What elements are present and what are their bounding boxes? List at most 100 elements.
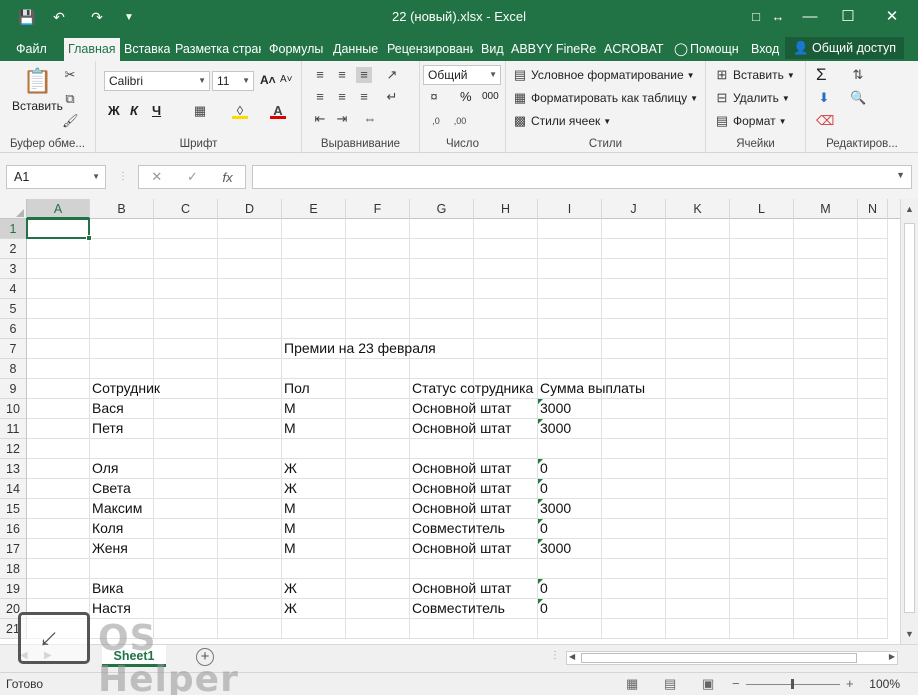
- tab-home[interactable]: Главная: [64, 38, 120, 61]
- row-header-19[interactable]: 19: [0, 579, 26, 599]
- column-header-j[interactable]: J: [602, 199, 666, 219]
- align-right-icon[interactable]: ≡: [356, 89, 372, 105]
- autosum-icon[interactable]: Σ: [816, 65, 827, 85]
- column-header-e[interactable]: E: [282, 199, 346, 219]
- cell-g16[interactable]: Совместитель: [410, 519, 505, 538]
- vertical-scroll-thumb[interactable]: [904, 223, 915, 613]
- tab-acrobat[interactable]: ACROBAT: [604, 38, 664, 61]
- page-layout-view-icon[interactable]: ▤: [664, 676, 676, 692]
- cell-b11[interactable]: Петя: [90, 419, 123, 438]
- cell-b16[interactable]: Коля: [90, 519, 123, 538]
- row-header-3[interactable]: 3: [0, 259, 26, 279]
- cell-e16[interactable]: М: [282, 519, 296, 538]
- cell-e7-title[interactable]: Премии на 23 февраля: [282, 339, 436, 358]
- cell-e17[interactable]: М: [282, 539, 296, 558]
- cell-e10[interactable]: М: [282, 399, 296, 418]
- zoom-in-icon[interactable]: +: [846, 676, 854, 691]
- decrease-indent-icon[interactable]: ⇤: [312, 111, 328, 127]
- format-as-table-button[interactable]: ▦ Форматировать как таблицу ▼: [512, 90, 698, 106]
- copy-icon[interactable]: ⧉: [62, 91, 78, 107]
- paste-button[interactable]: 📋 Вставить: [12, 67, 63, 113]
- horizontal-scrollbar[interactable]: ◀ ▶: [566, 651, 898, 665]
- number-as-text-warning-icon[interactable]: [538, 419, 543, 424]
- cell-e9-header[interactable]: Пол: [282, 379, 310, 398]
- tab-review[interactable]: Рецензировани: [387, 38, 473, 61]
- tab-data[interactable]: Данные: [333, 38, 378, 61]
- cell-e19[interactable]: Ж: [282, 579, 297, 598]
- cell-e15[interactable]: М: [282, 499, 296, 518]
- number-format-select[interactable]: Общий ▼: [423, 65, 501, 85]
- cell-b19[interactable]: Вика: [90, 579, 123, 598]
- column-header-f[interactable]: F: [346, 199, 410, 219]
- cell-e11[interactable]: М: [282, 419, 296, 438]
- scroll-up-icon[interactable]: ▲: [901, 201, 918, 217]
- cell-g11[interactable]: Основной штат: [410, 419, 511, 438]
- cell-g13[interactable]: Основной штат: [410, 459, 511, 478]
- zoom-level[interactable]: 100%: [869, 677, 900, 691]
- bold-button[interactable]: Ж: [108, 103, 120, 118]
- page-break-view-icon[interactable]: ▣: [702, 676, 714, 692]
- row-header-12[interactable]: 12: [0, 439, 26, 459]
- font-size-select[interactable]: 11 ▼: [212, 71, 254, 91]
- tab-view[interactable]: Вид: [481, 38, 504, 61]
- fill-color-icon[interactable]: ◊: [232, 103, 248, 119]
- grow-font-icon[interactable]: A˄: [260, 73, 276, 87]
- cell-b9-header[interactable]: Сотрудник: [90, 379, 160, 398]
- row-header-16[interactable]: 16: [0, 519, 26, 539]
- formula-input[interactable]: ▼: [252, 165, 912, 189]
- increase-decimal-icon[interactable]: ,0: [428, 113, 444, 129]
- column-header-g[interactable]: G: [410, 199, 474, 219]
- row-header-8[interactable]: 8: [0, 359, 26, 379]
- percent-button[interactable]: %: [460, 89, 472, 104]
- font-color-icon[interactable]: A: [270, 103, 286, 119]
- cell-b13[interactable]: Оля: [90, 459, 118, 478]
- row-header-4[interactable]: 4: [0, 279, 26, 299]
- column-header-i[interactable]: I: [538, 199, 602, 219]
- cell-area[interactable]: Премии на 23 февраля Сотрудник Пол Статус с…: [26, 218, 900, 639]
- column-header-b[interactable]: B: [90, 199, 154, 219]
- tab-tell-me[interactable]: Помощн: [690, 38, 739, 61]
- number-as-text-warning-icon[interactable]: [538, 499, 543, 504]
- insert-function-icon[interactable]: fx: [223, 170, 233, 185]
- number-as-text-warning-icon[interactable]: [538, 519, 543, 524]
- cut-icon[interactable]: ✂: [62, 67, 78, 83]
- find-select-icon[interactable]: 🔍: [850, 90, 866, 106]
- row-header-9[interactable]: 9: [0, 379, 26, 399]
- column-header-d[interactable]: D: [218, 199, 282, 219]
- sort-filter-icon[interactable]: ⇅: [850, 67, 866, 83]
- cell-e13[interactable]: Ж: [282, 459, 297, 478]
- font-name-select[interactable]: Calibri ▼: [104, 71, 210, 91]
- column-header-l[interactable]: L: [730, 199, 794, 219]
- column-header-h[interactable]: H: [474, 199, 538, 219]
- thousands-button[interactable]: 000: [482, 91, 499, 102]
- scroll-left-icon[interactable]: ◀: [569, 652, 575, 661]
- align-left-icon[interactable]: ≡: [312, 89, 328, 105]
- cell-g9-header[interactable]: Статус сотрудника: [410, 379, 537, 398]
- cell-g20[interactable]: Совместитель: [410, 599, 505, 618]
- cell-e14[interactable]: Ж: [282, 479, 297, 498]
- tab-file[interactable]: Файл: [16, 38, 47, 61]
- row-header-17[interactable]: 17: [0, 539, 26, 559]
- fill-icon[interactable]: ⬇: [816, 90, 832, 106]
- number-as-text-warning-icon[interactable]: [538, 479, 543, 484]
- active-cell-a1[interactable]: [26, 218, 90, 239]
- align-center-icon[interactable]: ≡: [334, 89, 350, 105]
- clear-icon[interactable]: ⌫: [816, 113, 834, 129]
- number-as-text-warning-icon[interactable]: [538, 399, 543, 404]
- zoom-slider-thumb[interactable]: [791, 679, 794, 689]
- tab-abbyy[interactable]: ABBYY FineReac: [511, 38, 597, 61]
- column-header-n[interactable]: N: [858, 199, 888, 219]
- increase-indent-icon[interactable]: ⇥: [334, 111, 350, 127]
- cell-g10[interactable]: Основной штат: [410, 399, 511, 418]
- row-header-7[interactable]: 7: [0, 339, 26, 359]
- cell-b15[interactable]: Максим: [90, 499, 142, 518]
- tab-formulas[interactable]: Формулы: [269, 38, 323, 61]
- maximize-button[interactable]: ☐: [832, 4, 864, 28]
- cell-g15[interactable]: Основной штат: [410, 499, 511, 518]
- chevron-down-icon[interactable]: ▼: [92, 166, 100, 188]
- lightbulb-icon[interactable]: ◯: [674, 38, 688, 61]
- column-header-a[interactable]: A: [27, 199, 90, 219]
- row-header-11[interactable]: 11: [0, 419, 26, 439]
- restore-arrows-icon[interactable]: ↔: [762, 4, 794, 28]
- cancel-icon[interactable]: ✕: [151, 169, 162, 185]
